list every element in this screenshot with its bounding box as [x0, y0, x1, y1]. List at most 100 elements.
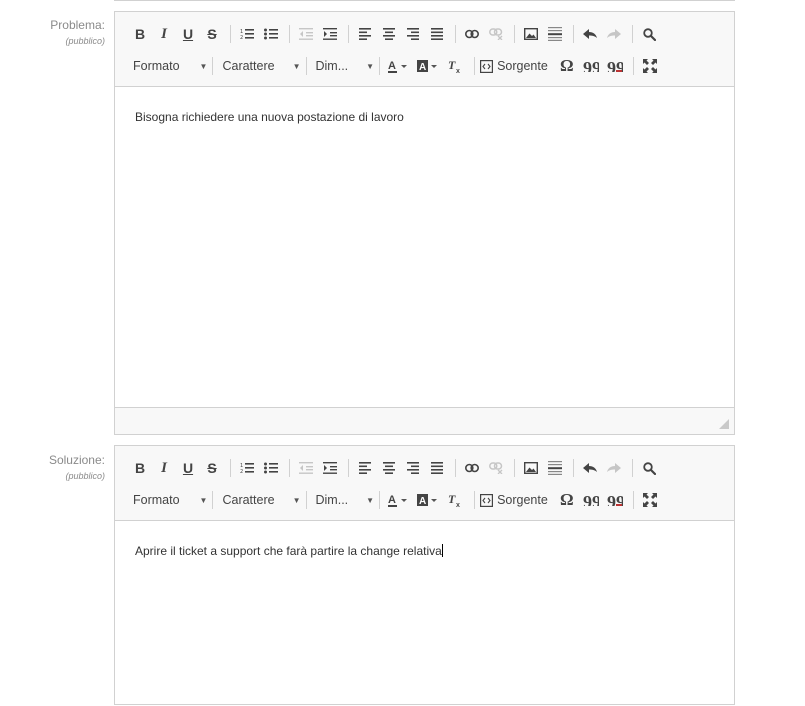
- problema-content-area[interactable]: Bisogna richiedere una nuova postazione …: [115, 87, 734, 407]
- svg-text:A: A: [419, 496, 426, 507]
- bulleted-list-icon[interactable]: [260, 23, 282, 45]
- size-dropdown[interactable]: Dim... ▼: [312, 489, 375, 511]
- maximize-icon[interactable]: [639, 55, 661, 77]
- numbered-list-icon[interactable]: 12: [236, 23, 258, 45]
- separator: [474, 57, 476, 75]
- separator: [474, 491, 476, 509]
- separator: [514, 459, 515, 477]
- italic-button[interactable]: I: [153, 457, 175, 479]
- separator: [632, 459, 633, 477]
- resize-handle-icon[interactable]: [719, 419, 729, 429]
- align-justify-icon[interactable]: [426, 457, 448, 479]
- undo-icon[interactable]: [579, 23, 601, 45]
- bold-button[interactable]: B: [129, 23, 151, 45]
- svg-text:T: T: [448, 59, 456, 72]
- size-dropdown[interactable]: Dim... ▼: [312, 55, 375, 77]
- svg-text:x: x: [456, 502, 460, 507]
- font-dropdown-label: Carattere: [222, 493, 275, 507]
- horizontal-rule-icon[interactable]: [544, 23, 566, 45]
- unlink-icon[interactable]: [485, 457, 507, 479]
- background-color-icon[interactable]: A: [415, 489, 443, 511]
- format-dropdown[interactable]: Formato ▼: [129, 55, 207, 77]
- outdent-icon[interactable]: [295, 457, 317, 479]
- text-color-icon[interactable]: A: [385, 489, 413, 511]
- remove-format-icon[interactable]: Tx: [445, 55, 467, 77]
- underline-button[interactable]: U: [177, 457, 199, 479]
- unlink-icon[interactable]: [485, 23, 507, 45]
- bulleted-list-icon[interactable]: [260, 457, 282, 479]
- find-icon[interactable]: [638, 23, 660, 45]
- soluzione-content-line: Aprire il ticket a support che farà part…: [135, 544, 443, 558]
- size-dropdown-label: Dim...: [315, 493, 349, 507]
- image-icon[interactable]: [520, 457, 542, 479]
- align-left-icon[interactable]: [354, 23, 376, 45]
- align-center-icon[interactable]: [378, 457, 400, 479]
- align-center-icon[interactable]: [378, 23, 400, 45]
- source-button[interactable]: Sorgente: [480, 489, 548, 511]
- templates-icon[interactable]: 99: [604, 55, 626, 77]
- special-char-icon[interactable]: Ω: [556, 489, 578, 511]
- maximize-icon[interactable]: [639, 489, 661, 511]
- font-dropdown[interactable]: Carattere ▼: [218, 55, 300, 77]
- italic-button[interactable]: I: [153, 23, 175, 45]
- strikethrough-button[interactable]: S: [201, 457, 223, 479]
- find-icon[interactable]: [638, 457, 660, 479]
- problema-status-bar: [115, 407, 734, 434]
- soluzione-content-text: Aprire il ticket a support che farà part…: [135, 544, 442, 558]
- indent-icon[interactable]: [319, 457, 341, 479]
- horizontal-rule-icon[interactable]: [544, 457, 566, 479]
- indent-icon[interactable]: [319, 23, 341, 45]
- format-dropdown[interactable]: Formato ▼: [129, 489, 207, 511]
- source-button[interactable]: Sorgente: [480, 55, 548, 77]
- svg-text:99: 99: [583, 60, 599, 72]
- text-color-icon[interactable]: A: [385, 55, 413, 77]
- problema-editor: B I U S 12 Formato ▼ Carattere ▼ Dim... …: [114, 11, 735, 435]
- redo-icon[interactable]: [603, 457, 625, 479]
- bold-button[interactable]: B: [129, 457, 151, 479]
- link-icon[interactable]: [461, 457, 483, 479]
- separator: [289, 25, 290, 43]
- separator: [348, 25, 349, 43]
- blockquote-icon[interactable]: 99: [580, 489, 602, 511]
- soluzione-sublabel: (pubblico): [65, 471, 105, 481]
- soluzione-editor: B I U S 12 Formato ▼ Carattere ▼ Dim... …: [114, 445, 735, 705]
- align-left-icon[interactable]: [354, 457, 376, 479]
- svg-text:99: 99: [583, 494, 599, 506]
- svg-text:A: A: [388, 494, 396, 506]
- underline-button[interactable]: U: [177, 23, 199, 45]
- problema-label: Problema:: [50, 18, 105, 32]
- strikethrough-button[interactable]: S: [201, 23, 223, 45]
- blockquote-icon[interactable]: 99: [580, 55, 602, 77]
- align-justify-icon[interactable]: [426, 23, 448, 45]
- source-button-label: Sorgente: [497, 59, 548, 73]
- link-icon[interactable]: [461, 23, 483, 45]
- problema-label-group: Problema: (pubblico): [50, 18, 105, 46]
- templates-icon[interactable]: 99: [604, 489, 626, 511]
- image-icon[interactable]: [520, 23, 542, 45]
- chevron-down-icon: ▼: [292, 61, 301, 71]
- remove-format-icon[interactable]: Tx: [445, 489, 467, 511]
- soluzione-content-area[interactable]: Aprire il ticket a support che farà part…: [115, 521, 734, 706]
- outdent-icon[interactable]: [295, 23, 317, 45]
- align-right-icon[interactable]: [402, 23, 424, 45]
- svg-text:A: A: [419, 62, 426, 73]
- special-char-icon[interactable]: Ω: [556, 55, 578, 77]
- separator: [305, 57, 307, 75]
- font-dropdown[interactable]: Carattere ▼: [218, 489, 300, 511]
- chevron-down-icon: ▼: [199, 61, 208, 71]
- svg-text:T: T: [448, 493, 456, 506]
- separator: [230, 459, 231, 477]
- background-color-icon[interactable]: A: [415, 55, 443, 77]
- svg-text:x: x: [456, 68, 460, 73]
- redo-icon[interactable]: [603, 23, 625, 45]
- chevron-down-icon: ▼: [199, 495, 208, 505]
- svg-text:A: A: [388, 60, 396, 72]
- size-dropdown-label: Dim...: [315, 59, 349, 73]
- separator: [230, 25, 231, 43]
- separator: [212, 57, 214, 75]
- numbered-list-icon[interactable]: 12: [236, 457, 258, 479]
- problema-sublabel: (pubblico): [65, 36, 105, 46]
- undo-icon[interactable]: [579, 457, 601, 479]
- align-right-icon[interactable]: [402, 457, 424, 479]
- chevron-down-icon: ▼: [292, 495, 301, 505]
